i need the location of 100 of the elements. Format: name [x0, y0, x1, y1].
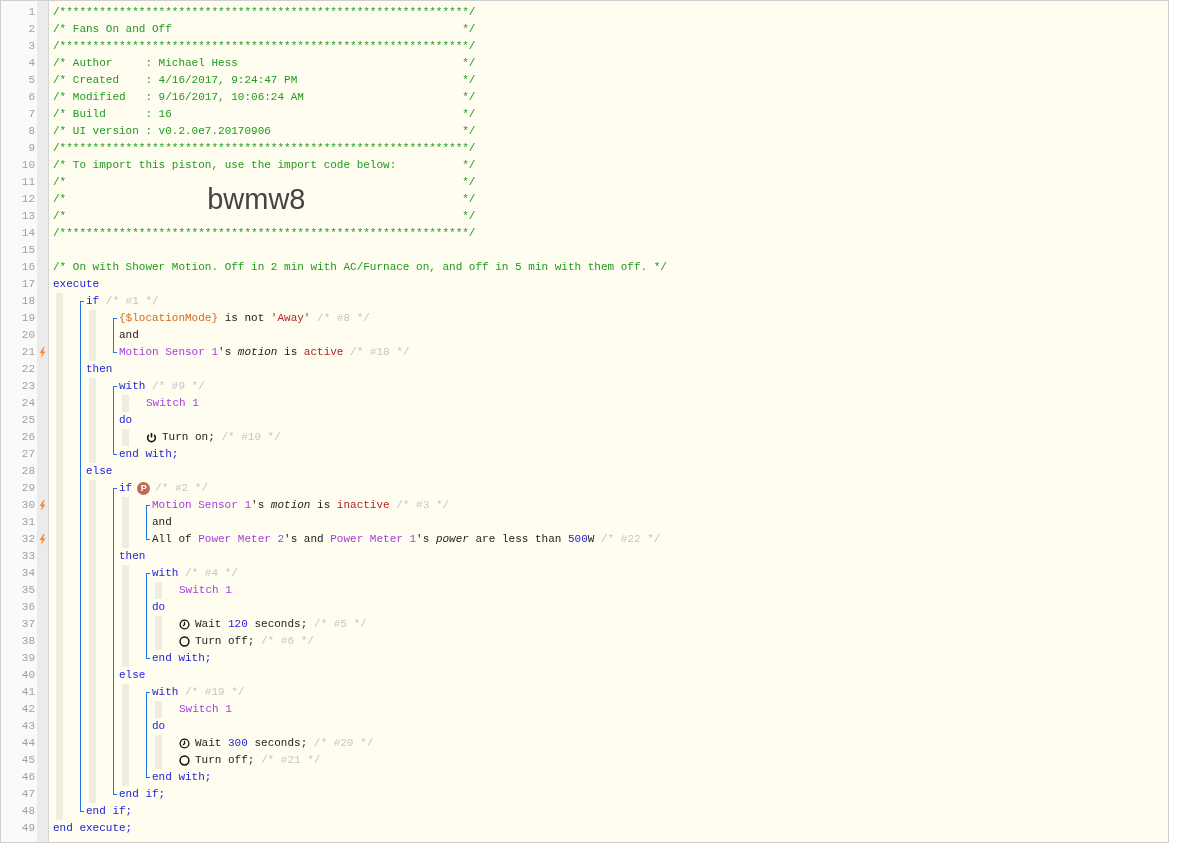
line-number: 38 — [21, 634, 35, 650]
device-name: Motion Sensor 1 — [119, 345, 219, 361]
private-badge: P — [137, 482, 151, 495]
line-number: 18 — [21, 294, 35, 310]
code-text: and — [152, 515, 172, 531]
string-value: 'Away' — [270, 311, 311, 327]
code-comment: /**************************************************************/ — [53, 141, 476, 157]
line-number: 42 — [21, 702, 35, 718]
line-number: 2 — [28, 22, 35, 38]
code-comment: /* Build : 16 */ — [53, 107, 476, 123]
statement-id: /* #19 */ — [184, 685, 245, 701]
device-name: Switch 1 — [179, 702, 232, 718]
line-number: 46 — [21, 770, 35, 786]
keyword: end if; — [86, 804, 133, 820]
code-comment: /* On with Shower Motion. Off in 2 min with AC/Furnace on, and off in 5 min with them off. */ — [53, 260, 667, 276]
line-number: 5 — [28, 73, 35, 89]
code-text: Wait — [195, 736, 223, 752]
code-text: Turn on; — [162, 430, 215, 446]
code-text: are less than — [474, 532, 563, 548]
code-text: and — [119, 328, 139, 344]
keyword: then — [119, 549, 146, 565]
code-text: 's — [218, 345, 233, 361]
keyword: execute — [53, 277, 100, 293]
keyword: else — [86, 464, 113, 480]
code-comment: /* UI version : v0.2.0e7.20170906 */ — [53, 124, 476, 140]
line-number: 32 — [21, 532, 35, 548]
keyword: end with; — [152, 770, 212, 786]
line-number: 23 — [21, 379, 35, 395]
line-number: 31 — [21, 515, 35, 531]
keyword: if — [119, 481, 133, 497]
line-number: 16 — [21, 260, 35, 276]
line-number: 7 — [28, 107, 35, 123]
code-text: is — [283, 345, 299, 361]
clock-icon — [179, 738, 190, 749]
code-comment: /**************************************************************/ — [53, 5, 476, 21]
code-text: 's and — [284, 532, 325, 548]
code-comment: /* To import this piston, use the import code below: */ — [53, 158, 476, 174]
device-name: Switch 1 — [179, 583, 232, 599]
line-number: 47 — [21, 787, 35, 803]
attribute-value: inactive — [336, 498, 390, 514]
code-text: seconds; — [253, 617, 308, 633]
variable-name: {$locationMode} — [119, 311, 219, 327]
number-value: 500 — [567, 532, 588, 548]
device-name: Power Meter 2 — [198, 532, 285, 548]
code-text: Turn off; — [195, 753, 255, 769]
line-number: 12 — [21, 192, 35, 208]
code-text: seconds; — [253, 736, 308, 752]
line-number: 41 — [21, 685, 35, 701]
keyword: end execute; — [53, 821, 133, 837]
device-name: Power Meter 1 — [330, 532, 417, 548]
keyword: end with; — [119, 447, 179, 463]
line-number: 1 — [28, 5, 35, 21]
code-comment: /* — [53, 192, 67, 208]
attribute-name: power — [435, 532, 469, 548]
block-bracket — [113, 318, 117, 353]
line-number: 44 — [21, 736, 35, 752]
line-number: 28 — [21, 464, 35, 480]
line-number: 45 — [21, 753, 35, 769]
statement-id: /* #21 */ — [260, 753, 321, 769]
line-number: 8 — [28, 124, 35, 140]
code-text: is not — [223, 311, 266, 327]
statement-id: /* #5 */ — [312, 617, 367, 633]
line-number: 22 — [21, 362, 35, 378]
line-number: 4 — [28, 56, 35, 72]
line-number: 30 — [21, 498, 35, 514]
line-number: 6 — [28, 90, 35, 106]
keyword: do — [152, 600, 166, 616]
code-text: W — [587, 532, 595, 548]
line-number: 3 — [28, 39, 35, 55]
line-number: 40 — [21, 668, 35, 684]
line-number: 33 — [21, 549, 35, 565]
code-text: 's — [416, 532, 431, 548]
keyword: end if; — [119, 787, 166, 803]
statement-id: /* #20 */ — [312, 736, 374, 752]
number-value: 120 — [228, 617, 248, 633]
code-comment: */ — [462, 192, 476, 208]
block-bracket — [146, 505, 150, 540]
line-number: 14 — [21, 226, 35, 242]
code-text: is — [316, 498, 332, 514]
line-number: 25 — [21, 413, 35, 429]
circle-icon — [179, 755, 190, 766]
keyword: else — [119, 668, 146, 684]
line-number: 27 — [21, 447, 35, 463]
keyword: do — [152, 719, 166, 735]
line-number: 9 — [28, 141, 35, 157]
statement-id: /* #4 */ — [184, 566, 238, 582]
device-name: Motion Sensor 1 — [152, 498, 252, 514]
line-number: 48 — [21, 804, 35, 820]
code-text: 's — [251, 498, 266, 514]
keyword: with — [119, 379, 146, 395]
circle-icon — [179, 636, 190, 647]
line-number: 21 — [21, 345, 35, 361]
code-text: All of — [152, 532, 193, 548]
line-number: 37 — [21, 617, 35, 633]
code-comment: /* Author : Michael Hess */ — [53, 56, 476, 72]
attribute-value: active — [303, 345, 344, 361]
line-number: 11 — [21, 175, 35, 191]
keyword: with — [152, 685, 179, 701]
number-value: 300 — [228, 736, 248, 752]
statement-id: /* #22 */ — [599, 532, 661, 548]
